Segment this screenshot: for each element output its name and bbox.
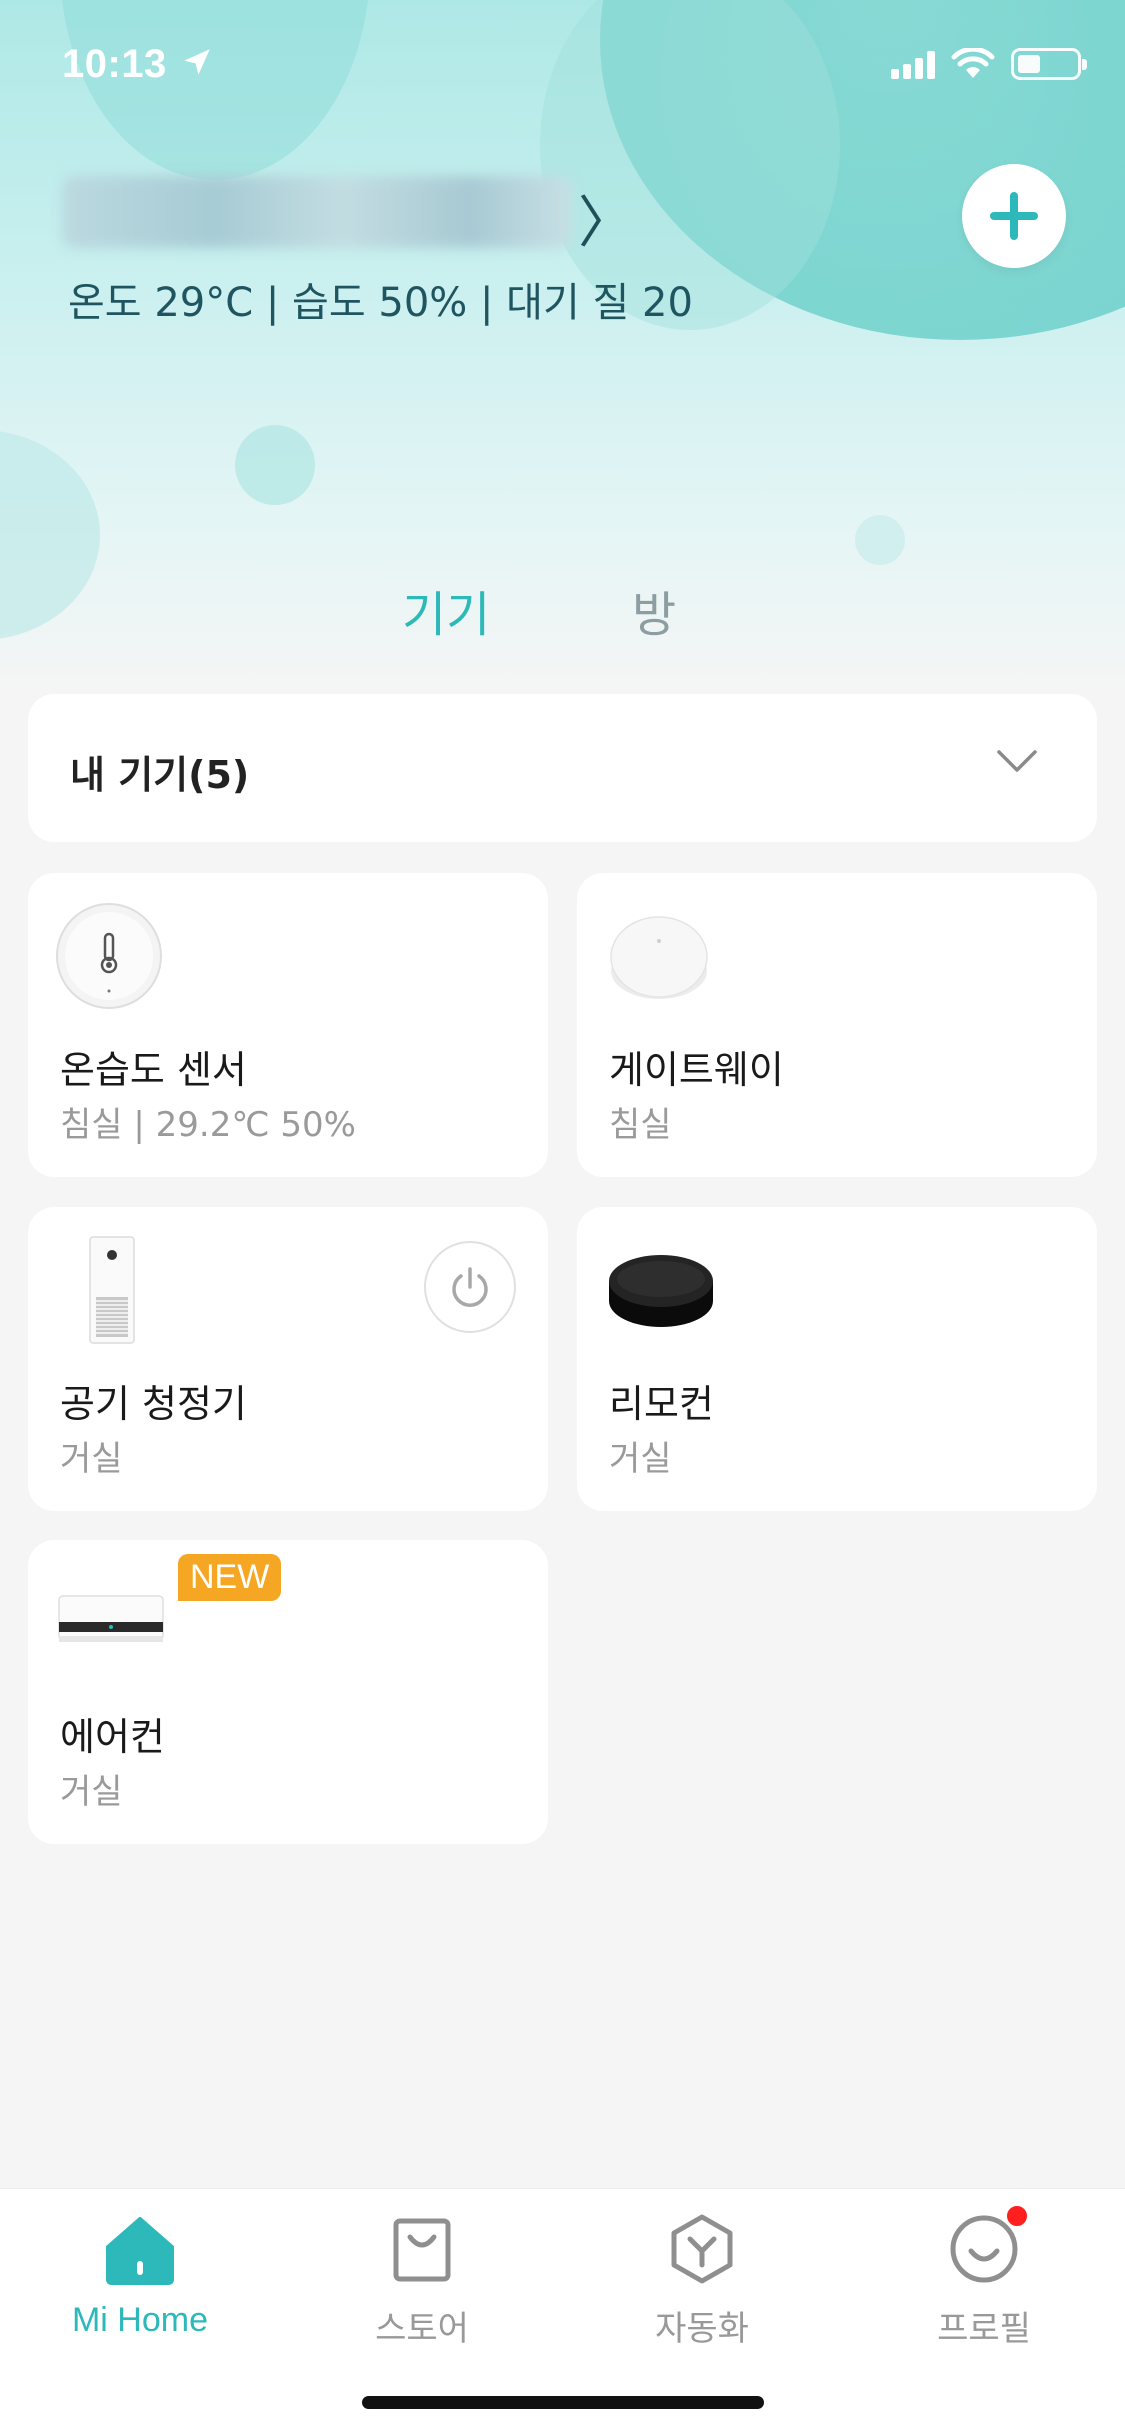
device-status: 침실 | 29.2℃ 50% — [60, 1105, 356, 1145]
ir-remote-icon — [609, 1255, 713, 1327]
decor-bubble — [60, 0, 370, 180]
climate-summary: 온도 29°C | 습도 50% | 대기 질 20 — [68, 280, 693, 326]
nav-mi-home[interactable]: Mi Home — [40, 2209, 240, 2340]
power-button[interactable] — [424, 1241, 516, 1333]
decor-bubble — [0, 430, 100, 640]
wifi-icon — [951, 48, 995, 78]
device-room: 거실 — [609, 1439, 672, 1479]
status-icons — [891, 48, 1087, 80]
home-name-blurred[interactable] — [62, 176, 572, 248]
nav-store[interactable]: 스토어 — [322, 2209, 522, 2350]
device-filter-dropdown[interactable]: 내 기기(5) — [28, 694, 1097, 842]
location-arrow-icon — [184, 49, 211, 75]
home-indicator[interactable] — [362, 2396, 764, 2409]
device-room: 거실 — [60, 1439, 123, 1479]
device-name: 에어컨 — [60, 1715, 165, 1759]
air-conditioner-icon — [58, 1595, 164, 1642]
chevron-down-icon — [997, 750, 1037, 772]
chevron-right-icon[interactable]: 〉 — [578, 178, 634, 259]
device-card-air-purifier[interactable]: 공기 청정기 거실 — [28, 1207, 548, 1511]
status-time-text: 10:13 — [62, 42, 167, 86]
cell-signal-icon — [891, 49, 935, 79]
nav-label: 스토어 — [375, 2309, 469, 2349]
store-bag-icon — [393, 2218, 451, 2282]
device-name: 공기 청정기 — [60, 1382, 247, 1426]
nav-label: 자동화 — [655, 2309, 749, 2349]
nav-label: Mi Home — [71, 2301, 209, 2339]
nav-label: 프로필 — [937, 2309, 1031, 2349]
device-card-remote[interactable]: 리모컨 거실 — [577, 1207, 1097, 1511]
device-card-gateway[interactable]: 게이트웨이 침실 — [577, 873, 1097, 1177]
automation-icon — [671, 2214, 733, 2284]
device-name: 게이트웨이 — [609, 1048, 784, 1092]
nav-profile[interactable]: 프로필 — [884, 2203, 1084, 2350]
decor-bubble — [855, 515, 905, 565]
device-room: 침실 — [609, 1105, 672, 1145]
air-purifier-icon — [89, 1236, 135, 1344]
nav-automation[interactable]: 자동화 — [602, 2209, 802, 2350]
tab-rooms[interactable]: 방 — [632, 575, 676, 645]
new-badge: NEW — [178, 1554, 282, 1601]
device-room: 거실 — [60, 1772, 123, 1812]
tab-devices[interactable]: 기기 — [402, 575, 490, 645]
decor-bubble — [235, 425, 315, 505]
battery-icon — [1011, 48, 1087, 80]
thermometer-sensor-icon — [56, 903, 162, 1009]
device-name: 온습도 센서 — [60, 1048, 247, 1092]
status-time: 10:13 — [62, 42, 214, 87]
device-card-air-conditioner[interactable]: NEW 에어컨 거실 — [28, 1540, 548, 1844]
header-area: 10:13 〉 온도 29°C | 습도 50% | 대기 질 20 기기 방 — [0, 0, 1125, 690]
add-device-button[interactable] — [962, 164, 1066, 268]
power-icon — [452, 1267, 488, 1307]
device-name: 리모컨 — [609, 1382, 714, 1426]
notification-dot — [1004, 2203, 1030, 2229]
device-filter-label: 내 기기(5) — [70, 753, 250, 797]
gateway-icon — [610, 916, 708, 999]
plus-icon — [990, 192, 1038, 240]
device-card-temp-humidity-sensor[interactable]: 온습도 센서 침실 | 29.2℃ 50% — [28, 873, 548, 1177]
home-icon — [106, 2217, 174, 2285]
